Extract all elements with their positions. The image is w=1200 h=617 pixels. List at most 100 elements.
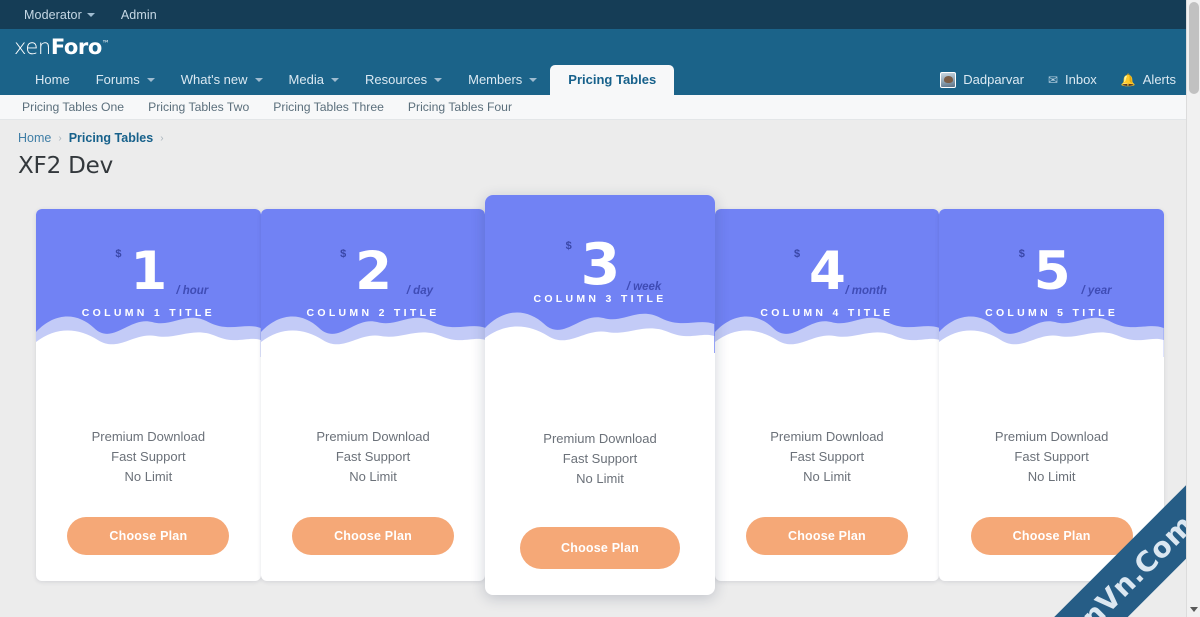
nav-item-media[interactable]: Media bbox=[276, 65, 352, 95]
wave-decoration bbox=[939, 306, 1164, 357]
wave-decoration bbox=[485, 302, 715, 353]
inbox-link[interactable]: ✉ Inbox bbox=[1038, 65, 1107, 95]
wave-svg bbox=[714, 316, 940, 357]
wave-decoration bbox=[36, 306, 261, 357]
nav-item-forums[interactable]: Forums bbox=[83, 65, 168, 95]
price-block: $ 4 / month bbox=[715, 209, 940, 301]
feature-item: Fast Support bbox=[562, 451, 638, 467]
content-area: Home › Pricing Tables › XF2 Dev $ 1 / ho… bbox=[0, 120, 1200, 595]
sub-navigation: Pricing Tables One Pricing Tables Two Pr… bbox=[0, 95, 1200, 120]
nav-item-label: Media bbox=[288, 72, 324, 87]
choose-plan-button[interactable]: Choose Plan bbox=[292, 517, 455, 555]
pricing-card[interactable]: $ 4 / month COLUMN 4 TITLE Premium Downl… bbox=[714, 209, 940, 581]
pricing-card[interactable]: $ 1 / hour COLUMN 1 TITLE Premium Downlo… bbox=[36, 209, 261, 581]
breadcrumb-separator-icon: › bbox=[160, 132, 164, 144]
pricing-card-featured[interactable]: $ 3 / week COLUMN 3 TITLE Premium Downlo… bbox=[485, 195, 715, 595]
wave-svg bbox=[485, 312, 715, 353]
currency-symbol: $ bbox=[794, 248, 801, 260]
nav-user-area: Dadparvar ✉ Inbox 🔔 Alerts bbox=[930, 65, 1186, 95]
price-amount: 4 bbox=[809, 241, 846, 302]
nav-item-resources[interactable]: Resources bbox=[352, 65, 455, 95]
page-root: Moderator Admin xenForo™ Home Forums Wha… bbox=[0, 0, 1200, 617]
pricing-card-body: Premium Download Fast Support No Limit C… bbox=[485, 353, 714, 595]
scroll-down-arrow-icon[interactable] bbox=[1190, 607, 1198, 612]
price-block: $ 2 / day bbox=[261, 209, 486, 301]
pricing-card-header: $ 4 / month COLUMN 4 TITLE bbox=[714, 209, 940, 357]
feature-item: Premium Download bbox=[316, 429, 430, 445]
currency-symbol: $ bbox=[1018, 248, 1025, 260]
feature-item: No Limit bbox=[803, 469, 851, 485]
price-block: $ 1 / hour bbox=[36, 209, 261, 301]
price-block: $ 5 / year bbox=[939, 209, 1164, 301]
alerts-link[interactable]: 🔔 Alerts bbox=[1111, 65, 1186, 95]
subnav-item-pricing-tables-one[interactable]: Pricing Tables One bbox=[14, 100, 136, 114]
admin-link[interactable]: Admin bbox=[121, 8, 157, 22]
moderator-bar: Moderator Admin bbox=[0, 0, 1200, 29]
trademark-icon: ™ bbox=[101, 39, 110, 48]
breadcrumb: Home › Pricing Tables › bbox=[0, 120, 1200, 145]
feature-item: Fast Support bbox=[1014, 449, 1089, 465]
wave-decoration bbox=[260, 306, 486, 357]
envelope-icon: ✉ bbox=[1047, 73, 1058, 87]
price-inline: $ 1 / hour bbox=[115, 245, 208, 298]
site-logo[interactable]: xenForo™ bbox=[14, 35, 110, 59]
pricing-card[interactable]: $ 5 / year COLUMN 5 TITLE Premium Downlo… bbox=[939, 209, 1164, 581]
subnav-item-pricing-tables-two[interactable]: Pricing Tables Two bbox=[136, 100, 261, 114]
moderator-menu[interactable]: Moderator bbox=[24, 8, 95, 22]
wave-svg bbox=[939, 316, 1164, 357]
price-amount: 1 bbox=[130, 241, 167, 302]
price-inline: $ 5 / year bbox=[1019, 245, 1112, 298]
subnav-item-pricing-tables-three[interactable]: Pricing Tables Three bbox=[261, 100, 396, 114]
feature-item: Fast Support bbox=[335, 449, 411, 465]
feature-item: No Limit bbox=[1027, 469, 1076, 485]
price-period: / day bbox=[406, 284, 433, 297]
chevron-down-icon bbox=[146, 78, 155, 82]
breadcrumb-home[interactable]: Home bbox=[18, 131, 51, 145]
choose-plan-button[interactable]: Choose Plan bbox=[745, 517, 908, 555]
currency-symbol: $ bbox=[115, 248, 122, 260]
price-period: / month bbox=[845, 284, 887, 297]
nav-item-label: What's new bbox=[180, 72, 248, 87]
price-inline: $ 4 / month bbox=[794, 245, 887, 298]
feature-item: Fast Support bbox=[111, 449, 186, 465]
wave-svg bbox=[260, 316, 486, 357]
breadcrumb-separator-icon: › bbox=[58, 132, 62, 144]
page-title: XF2 Dev bbox=[18, 153, 114, 179]
subnav-item-pricing-tables-four[interactable]: Pricing Tables Four bbox=[396, 100, 524, 114]
feature-item: Fast Support bbox=[789, 449, 865, 465]
currency-symbol: $ bbox=[565, 240, 572, 252]
breadcrumb-pricing-tables[interactable]: Pricing Tables bbox=[69, 131, 154, 145]
choose-plan-button[interactable]: Choose Plan bbox=[67, 517, 230, 555]
price-amount: 2 bbox=[355, 241, 392, 302]
wave-decoration bbox=[714, 306, 940, 357]
inbox-label: Inbox bbox=[1065, 72, 1097, 87]
bell-icon: 🔔 bbox=[1120, 73, 1136, 87]
nav-item-pricing-tables[interactable]: Pricing Tables bbox=[550, 65, 675, 95]
nav-item-members[interactable]: Members bbox=[455, 65, 550, 95]
feature-item: Premium Download bbox=[91, 429, 206, 445]
chevron-down-icon bbox=[434, 78, 443, 82]
logo-light-part: xen bbox=[14, 35, 51, 59]
nav-item-label: Members bbox=[468, 72, 523, 87]
vertical-scrollbar[interactable] bbox=[1186, 0, 1200, 617]
price-block: $ 3 / week bbox=[485, 195, 714, 294]
price-inline: $ 3 / week bbox=[566, 237, 662, 294]
chevron-down-icon bbox=[86, 12, 95, 17]
pricing-card-body: Premium Download Fast Support No Limit C… bbox=[261, 357, 486, 581]
nav-item-label: Home bbox=[35, 72, 70, 87]
pricing-card-body: Premium Download Fast Support No Limit C… bbox=[939, 357, 1164, 581]
pricing-card[interactable]: $ 2 / day COLUMN 2 TITLE Premium Downloa… bbox=[260, 209, 486, 581]
alerts-label: Alerts bbox=[1142, 72, 1176, 87]
feature-item: Premium Download bbox=[770, 429, 884, 445]
pricing-card-body: Premium Download Fast Support No Limit C… bbox=[36, 357, 261, 581]
nav-item-whats-new[interactable]: What's new bbox=[168, 65, 276, 95]
choose-plan-button[interactable]: Choose Plan bbox=[520, 527, 680, 569]
site-header: xenForo™ bbox=[0, 29, 1200, 65]
scrollbar-thumb[interactable] bbox=[1189, 2, 1199, 94]
chevron-down-icon bbox=[254, 78, 263, 82]
price-amount: 3 bbox=[580, 232, 621, 298]
choose-plan-button[interactable]: Choose Plan bbox=[970, 517, 1133, 555]
nav-item-home[interactable]: Home bbox=[22, 65, 83, 95]
price-period: / week bbox=[626, 280, 662, 293]
user-menu[interactable]: Dadparvar bbox=[930, 65, 1034, 95]
